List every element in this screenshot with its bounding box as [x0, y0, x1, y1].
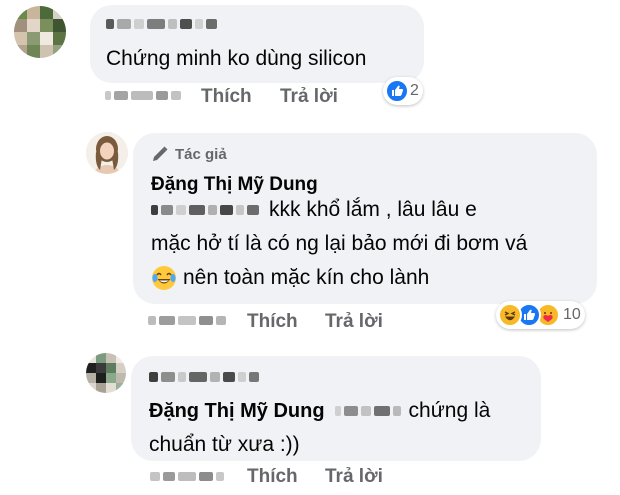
- face-with-tears-of-joy-icon: [152, 266, 176, 290]
- comment-text-line1: chứng là: [408, 399, 491, 422]
- commenter-name-redacted[interactable]: [106, 19, 217, 29]
- reply-action[interactable]: Trả lời: [325, 311, 383, 333]
- haha-icon: [498, 303, 522, 327]
- commenter-avatar[interactable]: [86, 353, 126, 393]
- like-action[interactable]: Thích: [201, 86, 252, 108]
- comment-text-line2: mặc hở tí là có ng lại bảo mới đi bơm vá: [151, 232, 528, 255]
- comment-text-line3: nên toàn mặc kín cho lành: [183, 266, 430, 289]
- like-action[interactable]: Thích: [247, 311, 298, 333]
- reply-action[interactable]: Trả lời: [280, 86, 338, 108]
- commenter-name-redacted[interactable]: [149, 372, 259, 382]
- pencil-icon: [153, 146, 168, 161]
- author-comment-bubble: Tác giả Đặng Thị Mỹ Dung kkk khổ lắm , l…: [133, 133, 597, 304]
- reaction-summary[interactable]: 10: [496, 301, 585, 329]
- reaction-count: 10: [563, 306, 581, 323]
- reaction-count: 2: [410, 82, 419, 99]
- comment-bubble: Chứng minh ko dùng silicon: [90, 5, 424, 83]
- mention-redacted[interactable]: [151, 205, 259, 215]
- like-icon: [385, 79, 409, 103]
- author-avatar[interactable]: [86, 132, 128, 174]
- reply-action[interactable]: Trả lời: [325, 466, 383, 488]
- commenter-avatar[interactable]: [14, 6, 66, 58]
- author-badge-label: Tác giả: [175, 145, 227, 163]
- mention-redacted[interactable]: [334, 406, 401, 416]
- comment-body: kkk khổ lắm , lâu lâu e mặc hở tí là có …: [151, 193, 591, 295]
- timestamp-redacted[interactable]: [148, 316, 226, 325]
- comment-bubble: Đặng Thị Mỹ Dung chứng là chuẩn từ xưa :…: [131, 356, 541, 461]
- comment-text: Chứng minh ko dùng silicon: [106, 47, 367, 70]
- comment-text-line1: kkk khổ lắm , lâu lâu e: [269, 198, 477, 221]
- comment-body: Đặng Thị Mỹ Dung chứng là chuẩn từ xưa :…: [149, 394, 539, 462]
- comment-text-line2: chuẩn từ xưa :)): [149, 433, 300, 456]
- author-badge: Tác giả: [151, 145, 227, 163]
- mentioned-user[interactable]: Đặng Thị Mỹ Dung: [149, 400, 325, 423]
- timestamp-redacted[interactable]: [150, 472, 224, 481]
- like-action[interactable]: Thích: [247, 466, 298, 488]
- reaction-summary[interactable]: 2: [383, 77, 423, 105]
- timestamp-redacted[interactable]: [105, 91, 181, 100]
